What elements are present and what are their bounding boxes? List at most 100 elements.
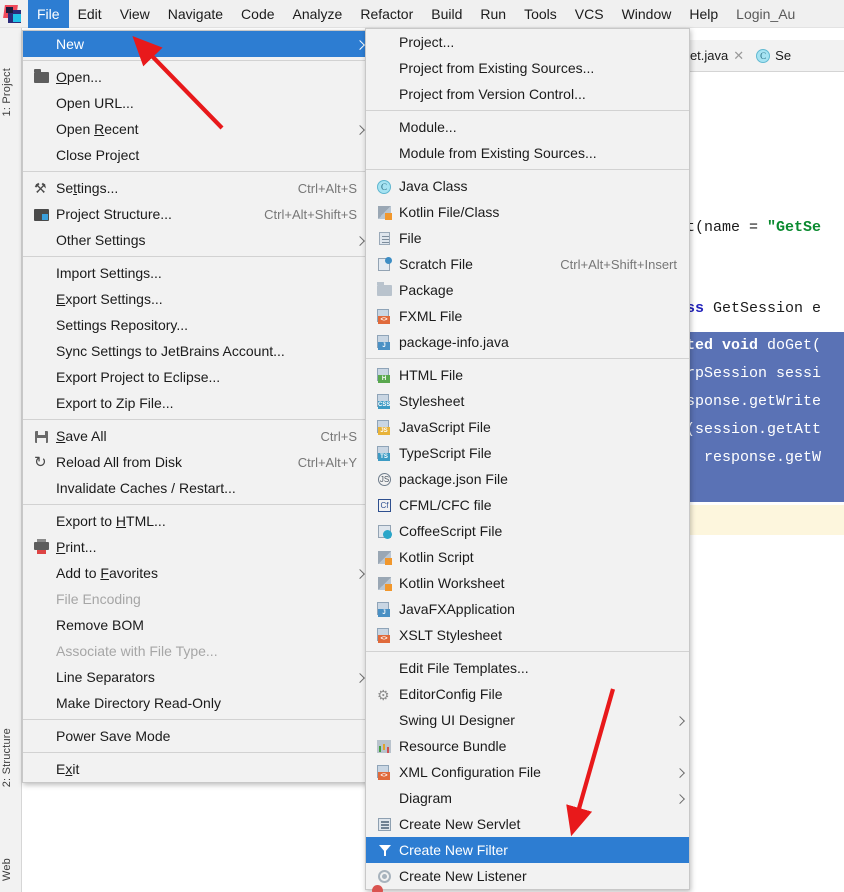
menu-item-scratch-file[interactable]: Scratch File Ctrl+Alt+Shift+Insert	[366, 251, 689, 277]
menubar-item-build[interactable]: Build	[422, 2, 471, 26]
menu-item-package-json-file[interactable]: JS package.json File	[366, 466, 689, 492]
menu-item-edit-file-templates[interactable]: Edit File Templates...	[366, 655, 689, 681]
file-menu-popup[interactable]: New Open... Open URL... Open Recent Close Pr…	[22, 30, 370, 783]
menu-item-label: Create New Servlet	[399, 816, 521, 832]
menu-item-sync-settings-to-jetbrains-account[interactable]: Sync Settings to JetBrains Account...	[23, 338, 369, 364]
menu-item-swing-ui-designer[interactable]: Swing UI Designer	[366, 707, 689, 733]
no-icon	[32, 317, 52, 333]
menu-item-kotlin-worksheet[interactable]: Kotlin Worksheet	[366, 570, 689, 596]
editor-tab-session[interactable]: C Se	[750, 48, 797, 63]
menu-item-project[interactable]: Project...	[366, 29, 689, 55]
menubar-item-run[interactable]: Run	[471, 2, 515, 26]
menu-item-label: Open Recent	[56, 121, 139, 137]
menubar-item-analyze[interactable]: Analyze	[284, 2, 352, 26]
menu-item-remove-bom[interactable]: Remove BOM	[23, 612, 369, 638]
menu-separator	[23, 719, 369, 720]
menubar-item-view[interactable]: View	[111, 2, 159, 26]
menubar-item-navigate[interactable]: Navigate	[159, 2, 232, 26]
menu-item-typescript-file[interactable]: TS TypeScript File	[366, 440, 689, 466]
menu-item-project-from-existing-sources[interactable]: Project from Existing Sources...	[366, 55, 689, 81]
tool-window-button-structure[interactable]: 2: Structure	[1, 728, 21, 787]
menu-item-make-directory-read-only[interactable]: Make Directory Read-Only	[23, 690, 369, 716]
menubar-item-login-au[interactable]: Login_Au	[727, 2, 804, 26]
menubar-item-refactor[interactable]: Refactor	[351, 2, 422, 26]
menubar-item-help[interactable]: Help	[680, 2, 727, 26]
menubar-item-tools[interactable]: Tools	[515, 2, 566, 26]
menu-item-add-to-favorites[interactable]: Add to Favorites	[23, 560, 369, 586]
tool-window-button-project[interactable]: 1: Project	[1, 68, 21, 116]
menubar-item-code[interactable]: Code	[232, 2, 283, 26]
menubar-item-edit[interactable]: Edit	[69, 2, 111, 26]
menubar-item-file[interactable]: File	[28, 0, 69, 28]
menu-item-stylesheet[interactable]: CSS Stylesheet	[366, 388, 689, 414]
main-menu-bar[interactable]: File Edit View Navigate Code Analyze Refactor B…	[0, 0, 844, 28]
menu-item-line-separators[interactable]: Line Separators	[23, 664, 369, 690]
menu-item-java-class[interactable]: C Java Class	[366, 173, 689, 199]
menu-item-settings[interactable]: ⚒ Settings... Ctrl+Alt+S	[23, 175, 369, 201]
menubar-item-window[interactable]: Window	[613, 2, 681, 26]
menu-item-label: Export to HTML...	[56, 513, 166, 529]
menu-item-package-info-java[interactable]: Jpackage-info.java	[366, 329, 689, 355]
new-submenu-popup[interactable]: Project... Project from Existing Sources.…	[365, 28, 690, 892]
menu-item-module-from-existing-sources[interactable]: Module from Existing Sources...	[366, 140, 689, 166]
menu-item-fxml-file[interactable]: <> FXML File	[366, 303, 689, 329]
menu-item-invalidate-caches-restart[interactable]: Invalidate Caches / Restart...	[23, 475, 369, 501]
menu-item-create-new-listener[interactable]: Create New Listener	[366, 863, 689, 892]
menu-item-export-to-zip-file[interactable]: Export to Zip File...	[23, 390, 369, 416]
menu-item-settings-repository[interactable]: Settings Repository...	[23, 312, 369, 338]
menu-item-label: Project from Version Control...	[399, 86, 586, 102]
menu-item-file[interactable]: File	[366, 225, 689, 251]
menu-separator	[23, 504, 369, 505]
menu-item-print[interactable]: Print...	[23, 534, 369, 560]
menu-item-diagram[interactable]: Diagram	[366, 785, 689, 811]
menu-item-export-to-html[interactable]: Export to HTML...	[23, 508, 369, 534]
menu-item-kotlin-file-class[interactable]: Kotlin File/Class	[366, 199, 689, 225]
menu-item-export-settings[interactable]: Export Settings...	[23, 286, 369, 312]
menu-item-exit[interactable]: Exit	[23, 756, 369, 782]
menu-item-editorconfig-file[interactable]: ⚙ EditorConfig File	[366, 681, 689, 707]
left-tool-strip[interactable]: 1: Project 2: Structure Web	[0, 28, 22, 892]
menu-item-open-url[interactable]: Open URL...	[23, 90, 369, 116]
close-icon[interactable]: ✕	[733, 48, 744, 64]
menu-item-label: Settings Repository...	[56, 317, 189, 333]
menu-item-open[interactable]: Open...	[23, 64, 369, 90]
menu-item-kotlin-script[interactable]: Kotlin Script	[366, 544, 689, 570]
menu-item-label: Diagram	[399, 790, 452, 806]
menu-item-javafxapplication[interactable]: J JavaFXApplication	[366, 596, 689, 622]
menu-item-html-file[interactable]: H HTML File	[366, 362, 689, 388]
menu-item-project-structure[interactable]: Project Structure... Ctrl+Alt+Shift+S	[23, 201, 369, 227]
editor-tabstrip[interactable]: ervlet.java ✕ C Se	[663, 40, 844, 72]
project-structure-icon	[32, 206, 52, 222]
menu-item-create-new-servlet[interactable]: Create New Servlet	[366, 811, 689, 837]
menu-item-power-save-mode[interactable]: Power Save Mode	[23, 723, 369, 749]
menu-item-other-settings[interactable]: Other Settings	[23, 227, 369, 253]
menu-item-javascript-file[interactable]: JS JavaScript File	[366, 414, 689, 440]
menu-item-export-project-to-eclipse[interactable]: Export Project to Eclipse...	[23, 364, 369, 390]
menu-item-coffeescript-file[interactable]: CoffeeScript File	[366, 518, 689, 544]
menu-item-package[interactable]: Package	[366, 277, 689, 303]
menu-item-create-new-filter[interactable]: Create New Filter	[366, 837, 689, 863]
no-icon	[32, 232, 52, 248]
file-icon	[375, 230, 395, 246]
menu-item-open-recent[interactable]: Open Recent	[23, 116, 369, 142]
menu-item-label: Project from Existing Sources...	[399, 60, 595, 76]
menu-item-label: Import Settings...	[56, 265, 162, 281]
menu-item-reload-all-from-disk[interactable]: ↻ Reload All from Disk Ctrl+Alt+Y	[23, 449, 369, 475]
menu-item-save-all[interactable]: Save All Ctrl+S	[23, 423, 369, 449]
menu-item-cfml-cfc-file[interactable]: Cf CFML/CFC file	[366, 492, 689, 518]
menu-item-label: Stylesheet	[399, 393, 465, 409]
menu-item-new[interactable]: New	[23, 31, 369, 57]
menu-item-project-from-version-control[interactable]: Project from Version Control...	[366, 81, 689, 107]
menu-item-import-settings[interactable]: Import Settings...	[23, 260, 369, 286]
tool-window-button-web[interactable]: Web	[1, 858, 21, 881]
menubar-item-vcs[interactable]: VCS	[566, 2, 613, 26]
menu-item-close-project[interactable]: Close Project	[23, 142, 369, 168]
menu-item-resource-bundle[interactable]: Resource Bundle	[366, 733, 689, 759]
menu-item-module[interactable]: Module...	[366, 114, 689, 140]
no-icon	[32, 565, 52, 581]
kotlin-file-icon	[375, 204, 395, 220]
menu-separator	[23, 60, 369, 61]
menu-item-xml-configuration-file[interactable]: <> XML Configuration File	[366, 759, 689, 785]
menu-item-xslt-stylesheet[interactable]: <> XSLT Stylesheet	[366, 622, 689, 648]
menu-item-label: Power Save Mode	[56, 728, 171, 744]
